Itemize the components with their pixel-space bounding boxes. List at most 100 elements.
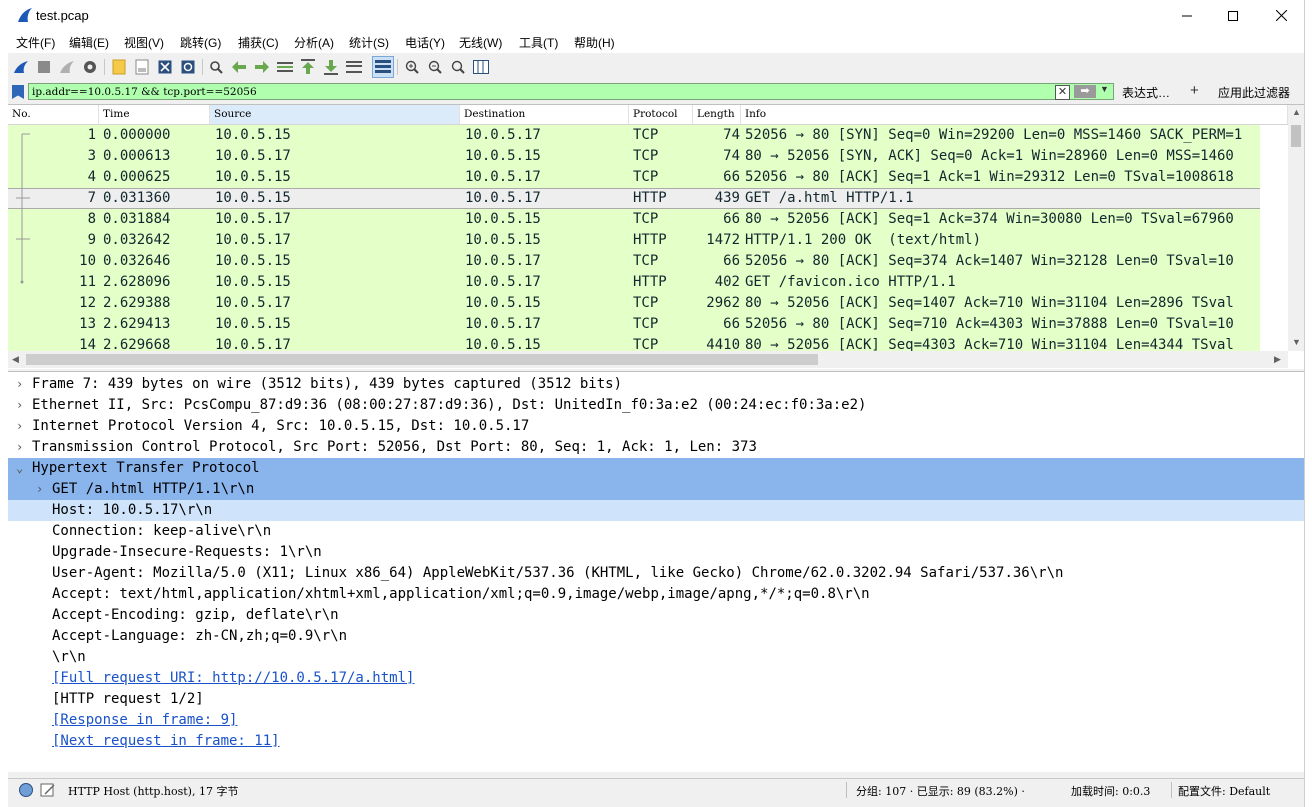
detail-tree-item[interactable]: › Internet Protocol Version 4, Src: 10.0.… bbox=[8, 416, 1304, 437]
packet-row[interactable]: 4 0.000625 10.0.5.15 10.0.5.17 TCP 66 52056 → … bbox=[8, 167, 1260, 188]
detail-link-text[interactable]: [Full request URI: http://10.0.5.17/a.ht… bbox=[52, 668, 414, 689]
menu-edit[interactable]: 编辑(E) bbox=[69, 34, 109, 51]
minimize-button[interactable] bbox=[1164, 0, 1210, 31]
apply-this-filter-button[interactable]: 应用此过滤器 bbox=[1218, 84, 1290, 101]
detail-tree-item[interactable]: Upgrade-Insecure-Requests: 1\r\n bbox=[8, 542, 1304, 563]
detail-tree-item[interactable]: › Ethernet II, Src: PcsCompu_87:d9:36 (08… bbox=[8, 395, 1304, 416]
menu-tools[interactable]: 工具(T) bbox=[519, 34, 558, 51]
menu-help[interactable]: 帮助(H) bbox=[574, 34, 615, 51]
detail-tree-item[interactable]: User-Agent: Mozilla/5.0 (X11; Linux x86_… bbox=[8, 563, 1304, 584]
scrollbar-thumb[interactable] bbox=[1291, 125, 1301, 147]
menu-capture[interactable]: 捕获(C) bbox=[238, 34, 279, 51]
packet-row[interactable]: 7 0.031360 10.0.5.15 10.0.5.17 HTTP 439 GET /a… bbox=[8, 188, 1260, 209]
detail-tree-item[interactable]: Accept-Language: zh-CN,zh;q=0.9\r\n bbox=[8, 626, 1304, 647]
column-header-destination[interactable]: Destination bbox=[460, 105, 629, 124]
cell-destination: 10.0.5.17 bbox=[465, 169, 541, 185]
detail-tree-item[interactable]: Connection: keep-alive\r\n bbox=[8, 521, 1304, 542]
column-header-info[interactable]: Info bbox=[741, 105, 1288, 124]
packet-row[interactable]: 8 0.031884 10.0.5.17 10.0.5.15 TCP 66 80 → 520… bbox=[8, 209, 1260, 230]
go-first-icon[interactable] bbox=[299, 58, 317, 76]
detail-tree-item[interactable]: [Next request in frame: 11] bbox=[8, 731, 1304, 752]
close-file-icon[interactable] bbox=[156, 58, 174, 76]
shark-fin-start-icon[interactable] bbox=[12, 58, 30, 76]
menu-wireless[interactable]: 无线(W) bbox=[459, 34, 502, 51]
scroll-up-icon[interactable]: ▲ bbox=[1292, 107, 1301, 117]
packet-row[interactable]: 9 0.032642 10.0.5.17 10.0.5.15 HTTP 1472 HTTP/… bbox=[8, 230, 1260, 251]
expand-chevron-icon[interactable]: › bbox=[16, 374, 23, 395]
expression-button[interactable]: 表达式… bbox=[1122, 84, 1170, 101]
zoom-out-icon[interactable] bbox=[426, 58, 444, 76]
scroll-down-icon[interactable]: ▼ bbox=[1292, 337, 1301, 347]
save-file-icon[interactable] bbox=[133, 58, 151, 76]
expert-info-icon[interactable] bbox=[18, 782, 34, 798]
gear-options-icon[interactable] bbox=[81, 58, 99, 76]
packet-list-horizontal-scrollbar[interactable]: ◀ ▶ bbox=[8, 351, 1288, 368]
detail-tree-item[interactable]: Host: 10.0.5.17\r\n bbox=[8, 500, 1304, 521]
add-filter-button[interactable]: + bbox=[1190, 82, 1199, 99]
packet-row[interactable]: 1 0.000000 10.0.5.15 10.0.5.17 TCP 74 52056 → … bbox=[8, 125, 1260, 146]
restart-fin-icon[interactable] bbox=[58, 58, 76, 76]
go-back-icon[interactable] bbox=[230, 58, 248, 76]
detail-tree-item[interactable]: [Response in frame: 9] bbox=[8, 710, 1304, 731]
expand-chevron-icon[interactable]: › bbox=[36, 479, 43, 500]
colorize-icon[interactable] bbox=[372, 56, 394, 78]
go-last-icon[interactable] bbox=[322, 58, 340, 76]
scroll-left-icon[interactable]: ◀ bbox=[12, 354, 19, 365]
stop-square-icon[interactable] bbox=[35, 58, 53, 76]
menu-go[interactable]: 跳转(G) bbox=[180, 34, 221, 51]
detail-tree-item[interactable]: \r\n bbox=[8, 647, 1304, 668]
auto-scroll-icon[interactable] bbox=[345, 58, 363, 76]
menu-analyze[interactable]: 分析(A) bbox=[294, 34, 334, 51]
detail-link-text[interactable]: [Response in frame: 9] bbox=[52, 710, 237, 731]
apply-filter-arrow-icon[interactable]: ➡ bbox=[1074, 85, 1096, 98]
filter-history-dropdown-icon[interactable]: ▼ bbox=[1100, 84, 1109, 94]
column-header-no[interactable]: No. bbox=[8, 105, 99, 124]
packet-list-vertical-scrollbar[interactable]: ▲ ▼ bbox=[1288, 105, 1304, 351]
detail-tree-item[interactable]: › Frame 7: 439 bytes on wire (3512 bits),… bbox=[8, 374, 1304, 395]
minimize-icon bbox=[1182, 15, 1192, 16]
menu-statistics[interactable]: 统计(S) bbox=[349, 34, 389, 51]
detail-tree-item[interactable]: Accept-Encoding: gzip, deflate\r\n bbox=[8, 605, 1304, 626]
column-header-source[interactable]: Source bbox=[210, 105, 460, 124]
maximize-button[interactable] bbox=[1210, 0, 1256, 31]
open-folder-icon[interactable] bbox=[110, 58, 128, 76]
close-button[interactable] bbox=[1258, 0, 1304, 31]
zoom-in-icon[interactable] bbox=[403, 58, 421, 76]
cell-time: 0.032646 bbox=[103, 253, 171, 269]
detail-tree-item[interactable]: › GET /a.html HTTP/1.1\r\n bbox=[8, 479, 1304, 500]
scroll-right-icon[interactable]: ▶ bbox=[1274, 354, 1281, 365]
column-header-length[interactable]: Length bbox=[693, 105, 741, 124]
collapse-chevron-icon[interactable]: ⌄ bbox=[16, 458, 23, 479]
capture-comment-icon[interactable] bbox=[40, 782, 56, 798]
detail-tree-item[interactable]: Accept: text/html,application/xhtml+xml,… bbox=[8, 584, 1304, 605]
reload-icon[interactable] bbox=[179, 58, 197, 76]
packet-row[interactable]: 3 0.000613 10.0.5.17 10.0.5.15 TCP 74 80 → 520… bbox=[8, 146, 1260, 167]
detail-tree-item[interactable]: › Transmission Control Protocol, Src Port… bbox=[8, 437, 1304, 458]
detail-tree-item[interactable]: [HTTP request 1/2] bbox=[8, 689, 1304, 710]
resize-columns-icon[interactable] bbox=[472, 58, 490, 76]
detail-tree-item[interactable]: ⌄ Hypertext Transfer Protocol bbox=[8, 458, 1304, 479]
packet-row[interactable]: 12 2.629388 10.0.5.17 10.0.5.15 TCP 2962 80 → … bbox=[8, 293, 1260, 314]
packet-row[interactable]: 10 0.032646 10.0.5.15 10.0.5.17 TCP 66 52056 →… bbox=[8, 251, 1260, 272]
find-packet-icon[interactable] bbox=[207, 58, 225, 76]
go-to-packet-icon[interactable] bbox=[276, 58, 294, 76]
menu-file[interactable]: 文件(F) bbox=[16, 34, 55, 51]
scrollbar-thumb[interactable] bbox=[26, 354, 818, 365]
column-header-time[interactable]: Time bbox=[99, 105, 210, 124]
profile-text[interactable]: 配置文件: Default bbox=[1178, 783, 1270, 799]
zoom-normal-icon[interactable] bbox=[449, 58, 467, 76]
expand-chevron-icon[interactable]: › bbox=[16, 416, 23, 437]
packet-row[interactable]: 11 2.628096 10.0.5.15 10.0.5.17 HTTP 402 GET /… bbox=[8, 272, 1260, 293]
go-forward-icon[interactable] bbox=[253, 58, 271, 76]
filter-bookmark-icon[interactable] bbox=[12, 85, 24, 99]
menu-view[interactable]: 视图(V) bbox=[124, 34, 164, 51]
menu-telephony[interactable]: 电话(Y) bbox=[405, 34, 445, 51]
detail-tree-item[interactable]: [Full request URI: http://10.0.5.17/a.ht… bbox=[8, 668, 1304, 689]
detail-link-text[interactable]: [Next request in frame: 11] bbox=[52, 731, 280, 752]
packet-row[interactable]: 13 2.629413 10.0.5.15 10.0.5.17 TCP 66 52056 →… bbox=[8, 314, 1260, 335]
expand-chevron-icon[interactable]: › bbox=[16, 437, 23, 458]
expand-chevron-icon[interactable]: › bbox=[16, 395, 23, 416]
clear-filter-icon[interactable]: ✕ bbox=[1055, 85, 1070, 100]
display-filter-input[interactable]: ip.addr==10.0.5.17 && tcp.port==52056 bbox=[28, 83, 1114, 100]
column-header-protocol[interactable]: Protocol bbox=[629, 105, 693, 124]
